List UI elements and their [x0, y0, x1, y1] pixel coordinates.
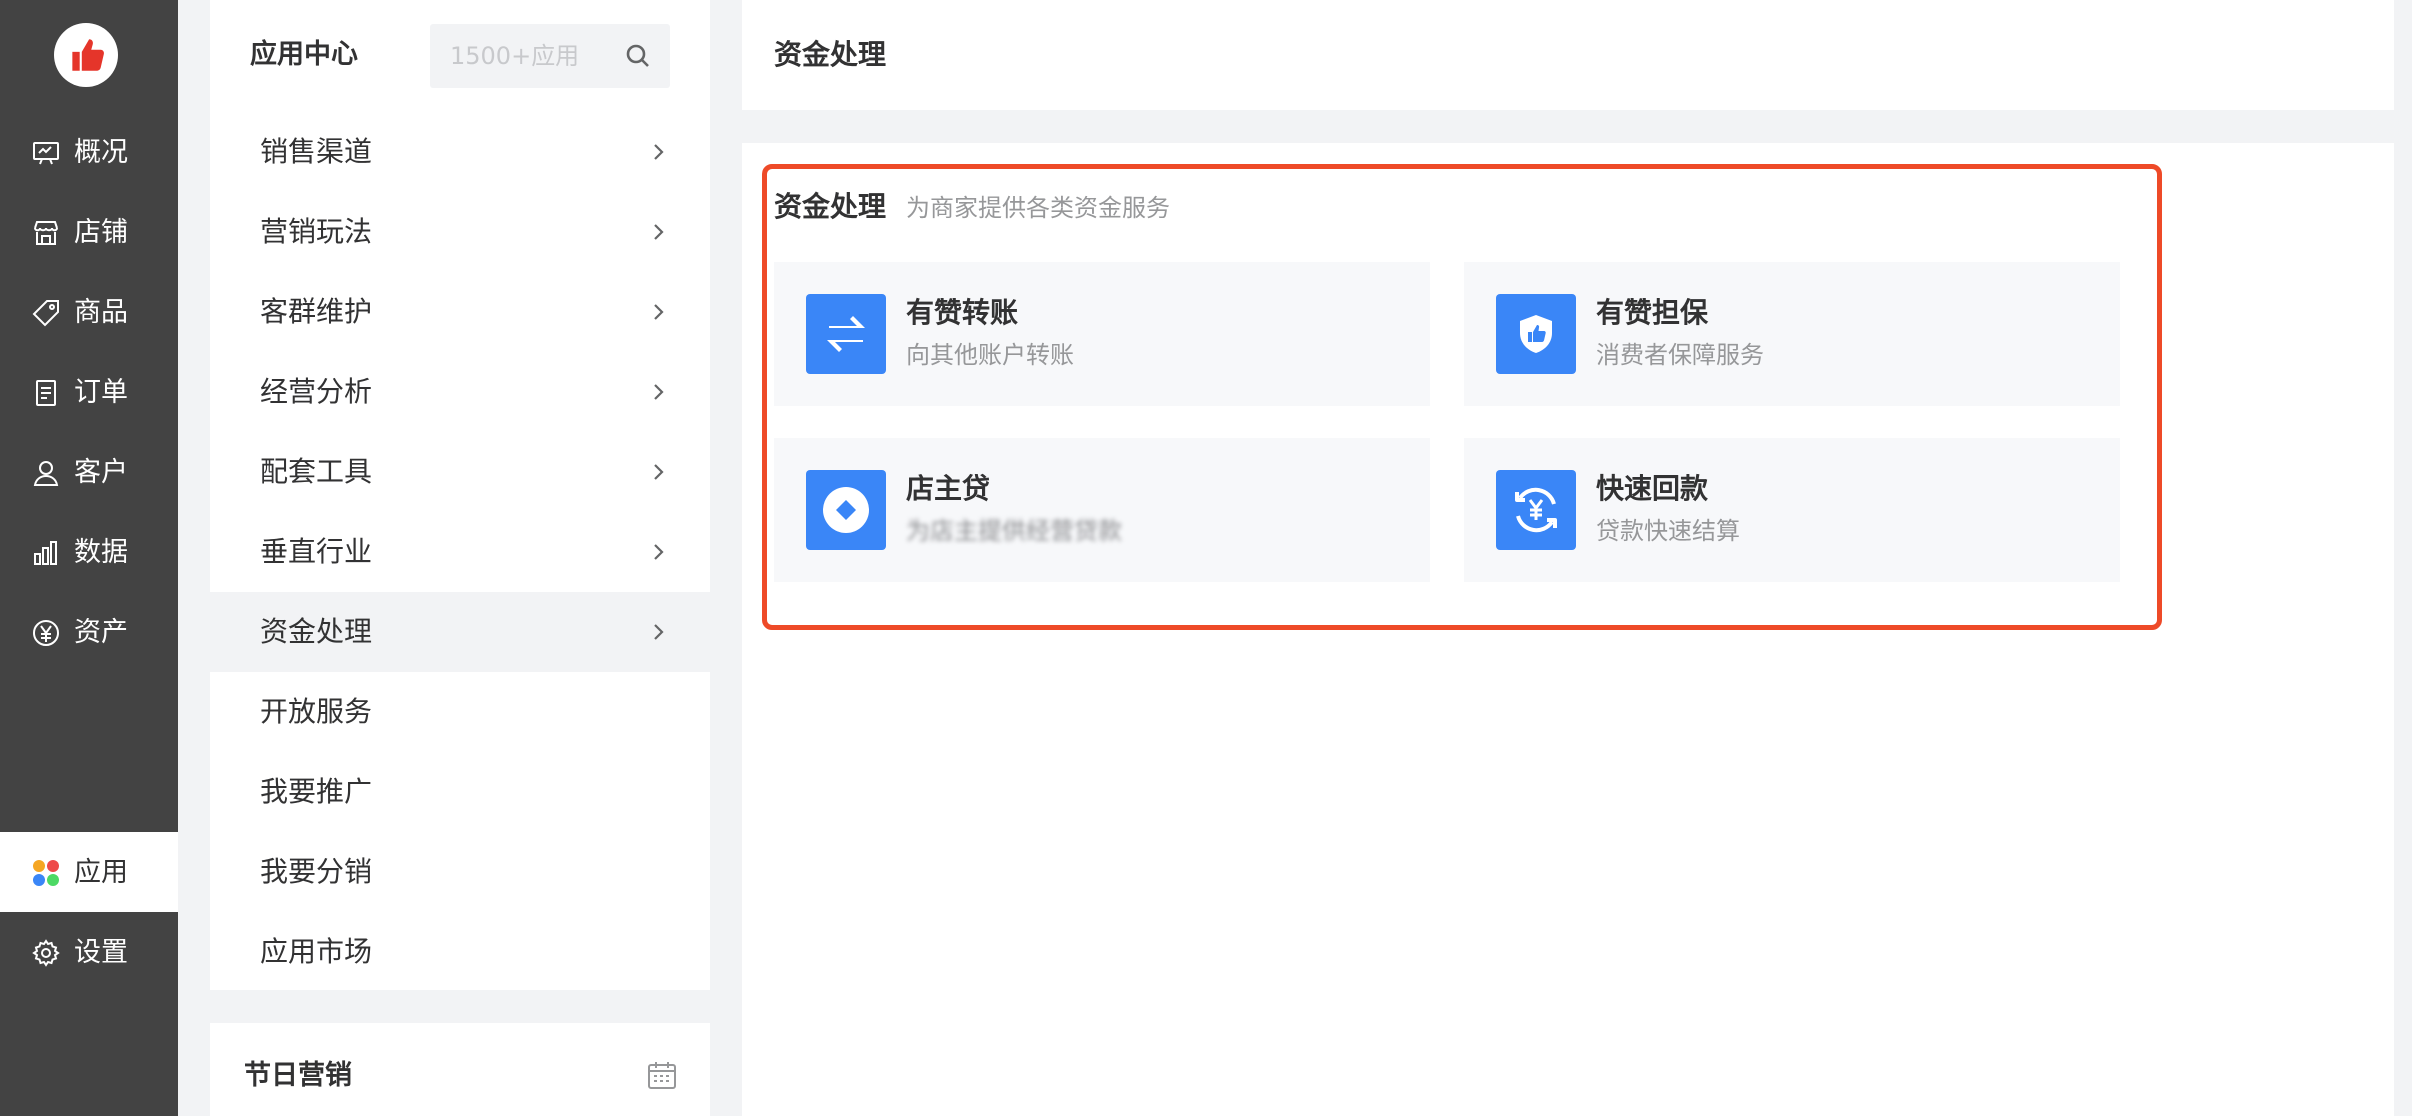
brand-logo[interactable]: [54, 23, 118, 87]
app-card-guarantee[interactable]: 有赞担保 消费者保障服务: [1464, 262, 2120, 406]
app-card-desc: 为店主提供经营贷款: [906, 517, 1122, 545]
menu-item-app-market[interactable]: 应用市场: [210, 912, 710, 992]
chevron-right-icon: [654, 144, 664, 160]
menu-item-label: 垂直行业: [260, 535, 373, 568]
store-icon: [34, 221, 58, 245]
chevron-right-icon: [654, 624, 664, 640]
app-card-name: 快速回款: [1596, 472, 1709, 505]
menu-item-marketing[interactable]: 营销玩法: [210, 192, 710, 272]
nav-label: 资产: [74, 617, 128, 648]
nav-item-orders[interactable]: 订单: [0, 352, 178, 432]
page-header: 资金处理: [742, 0, 2394, 110]
app-card-icon: [806, 294, 886, 374]
menu-title: 应用中心: [250, 39, 358, 70]
app-card-transfer[interactable]: 有赞转账 向其他账户转账: [774, 262, 1430, 406]
user-icon: [33, 461, 59, 486]
menu-item-label: 我要分销: [260, 855, 373, 888]
transfer-icon: [827, 316, 865, 352]
refresh-yuan-icon: [1515, 487, 1557, 533]
nav-item-overview[interactable]: 概况: [0, 112, 178, 192]
holiday-marketing-panel: 节日营销: [210, 1023, 710, 1116]
holiday-marketing-title: 节日营销: [244, 1060, 352, 1091]
nav-item-data[interactable]: 数据: [0, 512, 178, 592]
app-card-desc: 向其他账户转账: [906, 341, 1074, 369]
menu-item-label: 应用市场: [260, 935, 373, 968]
shield-like-icon: [1520, 315, 1552, 353]
nav-label: 设置: [74, 937, 128, 968]
menu-item-label: 开放服务: [260, 695, 373, 728]
nav-item-goods[interactable]: 商品: [0, 272, 178, 352]
menu-item-customer-groups[interactable]: 客群维护: [210, 272, 710, 352]
app-card-name: 有赞转账: [906, 296, 1019, 329]
search-input[interactable]: [430, 24, 630, 88]
menu-item-distribution[interactable]: 我要分销: [210, 832, 710, 912]
menu-item-label: 资金处理: [260, 615, 373, 648]
menu-item-label: 配套工具: [260, 455, 373, 488]
chevron-right-icon: [654, 544, 664, 560]
nav-item-settings[interactable]: 设置: [0, 912, 178, 992]
nav-label: 应用: [74, 857, 128, 888]
menu-item-label: 经营分析: [260, 375, 373, 408]
app-center-menu: 应用中心 销售渠道 营销玩法 客群维护 经营分析 配套工具 垂直行业 资金处理 …: [210, 0, 710, 990]
app-card-icon: [1496, 294, 1576, 374]
order-icon: [36, 380, 56, 406]
apps-icon: [33, 860, 59, 886]
chevron-right-icon: [654, 224, 664, 240]
menu-item-label: 我要推广: [260, 775, 373, 808]
calendar-icon[interactable]: [646, 1059, 678, 1091]
yuan-icon: [33, 620, 59, 646]
menu-item-vertical-industry[interactable]: 垂直行业: [210, 512, 710, 592]
menu-item-fund-processing[interactable]: 资金处理: [210, 592, 710, 672]
nav-item-apps[interactable]: 应用: [0, 832, 178, 912]
app-search: [430, 24, 670, 88]
nav-item-assets[interactable]: 资产: [0, 592, 178, 672]
app-card-name: 有赞担保: [1596, 296, 1709, 329]
chevron-right-icon: [654, 464, 664, 480]
nav-label: 商品: [74, 297, 128, 328]
section-subtitle: 为商家提供各类资金服务: [906, 194, 1170, 222]
page-title: 资金处理: [774, 38, 887, 71]
app-card-name: 店主贷: [906, 472, 991, 505]
dashboard-icon: [33, 142, 59, 165]
nav-label: 数据: [74, 537, 128, 568]
gear-icon: [32, 939, 60, 967]
menu-item-business-analysis[interactable]: 经营分析: [210, 352, 710, 432]
thumbs-up-logo-icon: [72, 39, 104, 71]
menu-item-open-services[interactable]: 开放服务: [210, 672, 710, 752]
nav-label: 概况: [74, 137, 128, 168]
nav-label: 客户: [74, 457, 128, 488]
menu-item-label: 客群维护: [260, 295, 373, 328]
app-card-owner-loan[interactable]: 店主贷 为店主提供经营贷款: [774, 438, 1430, 582]
tag-icon: [32, 300, 59, 327]
chevron-right-icon: [654, 384, 664, 400]
app-card-desc: 贷款快速结算: [1596, 517, 1740, 545]
menu-item-tools[interactable]: 配套工具: [210, 432, 710, 512]
menu-item-label: 营销玩法: [260, 215, 373, 248]
section-title: 资金处理: [774, 190, 887, 223]
nav-label: 店铺: [74, 217, 128, 248]
search-icon[interactable]: [624, 42, 652, 70]
nav-item-store[interactable]: 店铺: [0, 192, 178, 272]
chevron-right-icon: [654, 304, 664, 320]
app-card-desc: 消费者保障服务: [1596, 341, 1764, 369]
loan-icon: [823, 487, 869, 533]
menu-item-promote[interactable]: 我要推广: [210, 752, 710, 832]
app-card-icon: [1496, 470, 1576, 550]
menu-item-label: 销售渠道: [260, 135, 373, 168]
app-card-fast-payback[interactable]: 快速回款 贷款快速结算: [1464, 438, 2120, 582]
nav-label: 订单: [74, 377, 128, 408]
main-nav: 概况 店铺 商品 订单 客户 数据 资产 应用 设置: [0, 0, 178, 1116]
menu-item-sales-channels[interactable]: 销售渠道: [210, 112, 710, 192]
chart-icon: [34, 541, 57, 565]
nav-item-customers[interactable]: 客户: [0, 432, 178, 512]
app-card-icon: [806, 470, 886, 550]
